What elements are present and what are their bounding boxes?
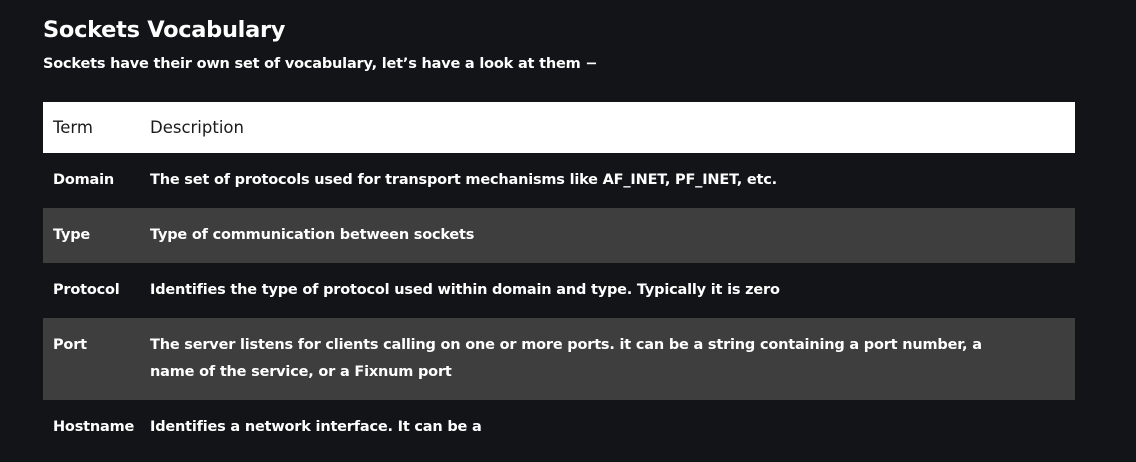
page-title: Sockets Vocabulary <box>43 17 286 43</box>
table-header-row: Term Description <box>43 102 1075 153</box>
description-cell: The set of protocols used for transport … <box>140 153 1075 208</box>
term-cell: Protocol <box>43 263 140 318</box>
description-cell: Identifies the type of protocol used wit… <box>140 263 1075 318</box>
description-cell: Type of communication between sockets <box>140 208 1075 263</box>
table-row: Port The server listens for clients call… <box>43 318 1075 400</box>
intro-text: Sockets have their own set of vocabulary… <box>43 56 598 72</box>
term-cell: Hostname <box>43 400 140 455</box>
column-header-term: Term <box>43 102 140 153</box>
table-row: Type Type of communication between socke… <box>43 208 1075 263</box>
table-row: Domain The set of protocols used for tra… <box>43 153 1075 208</box>
table-row: Protocol Identifies the type of protocol… <box>43 263 1075 318</box>
term-cell: Type <box>43 208 140 263</box>
description-cell: The server listens for clients calling o… <box>140 318 1075 400</box>
description-cell: Identifies a network interface. It can b… <box>140 400 1075 455</box>
vocabulary-table: Term Description Domain The set of proto… <box>43 102 1075 455</box>
term-cell: Port <box>43 318 140 400</box>
column-header-description: Description <box>140 102 1075 153</box>
term-cell: Domain <box>43 153 140 208</box>
table-row: Hostname Identifies a network interface.… <box>43 400 1075 455</box>
